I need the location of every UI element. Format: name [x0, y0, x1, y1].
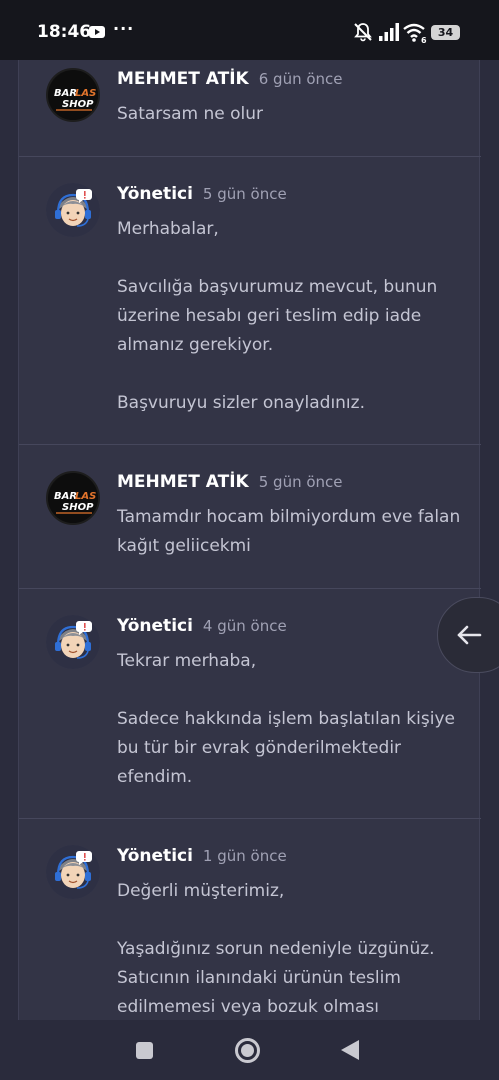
comment-time: 6 gün önce — [258, 70, 343, 88]
comment-body: Merhabalar, Savcılığa başvurumuz mevcut,… — [117, 215, 462, 418]
agent-graphic — [46, 845, 100, 899]
status-bar: 18:46 ··· 6 34 — [0, 0, 499, 60]
status-time: 18:46 — [37, 22, 92, 42]
author-name[interactable]: Yönetici — [117, 184, 193, 204]
back-triangle-icon[interactable] — [341, 1040, 359, 1060]
comment-author: MEHMET ATİK 6 gün önce — [117, 69, 343, 89]
comment-body: Tamamdır hocam bilmiyordum eve falan kağ… — [117, 503, 462, 561]
comment-time: 1 gün önce — [202, 847, 287, 865]
comment-paragraph: Başvuruyu sizler onayladınız. — [117, 393, 365, 413]
comment-time: 5 gün önce — [258, 473, 343, 491]
agent-graphic — [46, 183, 100, 237]
comment-paragraph: Satarsam ne olur — [117, 104, 264, 124]
comment-paragraph: Tamamdır hocam bilmiyordum eve falan kağ… — [117, 507, 461, 556]
comment-paragraph: Tekrar merhaba, — [117, 651, 257, 671]
comment-paragraph: Savcılığa başvurumuz mevcut, bunun üzeri… — [117, 277, 438, 355]
barlas-shop-logo-avatar[interactable]: BAR LAS SHOP — [46, 68, 100, 122]
signal-icon — [379, 23, 399, 41]
support-agent-avatar[interactable] — [46, 845, 100, 899]
home-circle-icon[interactable] — [235, 1038, 260, 1063]
comments-panel: BAR LAS SHOP MEHMET ATİK 6 gün önce Satar… — [18, 60, 481, 1020]
comment-item: BAR LAS SHOP MEHMET ATİK 6 gün önce Satar… — [19, 60, 481, 157]
comment-paragraph: Sadece hakkında işlem başlatılan kişiye … — [117, 709, 455, 787]
comment-paragraph: Merhabalar, — [117, 219, 219, 239]
comment-author: Yönetici 4 gün önce — [117, 616, 287, 636]
logo-text-bar: BAR — [54, 491, 77, 502]
more-dots-icon: ··· — [113, 19, 135, 38]
agent-graphic — [46, 615, 100, 669]
comment-paragraph: Yaşadığınız sorun nedeniyle üzgünüz. Sat… — [117, 939, 435, 1017]
logo-text-bar: BAR — [54, 88, 77, 99]
battery-indicator: 34 — [431, 25, 460, 40]
comment-item: Yönetici 4 gün önce Tekrar merhaba, Sadec… — [19, 589, 481, 819]
comment-item: Yönetici 5 gün önce Merhabalar, Savcılığa… — [19, 157, 481, 445]
author-name[interactable]: Yönetici — [117, 846, 193, 866]
comment-thread[interactable]: BAR LAS SHOP MEHMET ATİK 6 gün önce Satar… — [0, 60, 499, 1020]
logo-text-shop: SHOP — [62, 502, 94, 513]
logo-text-shop: SHOP — [62, 99, 94, 110]
logo-text-las: LAS — [75, 88, 96, 99]
comment-body: Tekrar merhaba, Sadece hakkında işlem ba… — [117, 647, 462, 792]
comment-body: Satarsam ne olur — [117, 100, 462, 129]
author-name[interactable]: MEHMET ATİK — [117, 69, 249, 89]
comment-author: MEHMET ATİK 5 gün önce — [117, 472, 343, 492]
comment-time: 5 gün önce — [202, 185, 287, 203]
comment-body: Değerli müşterimiz, Yaşadığınız sorun ne… — [117, 877, 462, 1020]
mute-icon — [354, 23, 372, 42]
comment-paragraph: Değerli müşterimiz, — [117, 881, 285, 901]
author-name[interactable]: MEHMET ATİK — [117, 472, 249, 492]
logo-graphic: BAR LAS SHOP — [48, 473, 98, 523]
wifi-label: 6 — [421, 36, 427, 44]
logo-text-las: LAS — [75, 491, 96, 502]
arrow-left-icon — [457, 625, 482, 645]
logo-graphic: BAR LAS SHOP — [48, 70, 98, 120]
comment-item: BAR LAS SHOP MEHMET ATİK 5 gün önce Tamam… — [19, 445, 481, 589]
youtube-icon — [89, 26, 105, 38]
comment-author: Yönetici 1 gün önce — [117, 846, 287, 866]
support-agent-avatar[interactable] — [46, 615, 100, 669]
barlas-shop-logo-avatar[interactable]: BAR LAS SHOP — [46, 471, 100, 525]
support-agent-avatar[interactable] — [46, 183, 100, 237]
comment-time: 4 gün önce — [202, 617, 287, 635]
comment-item: Yönetici 1 gün önce Değerli müşterimiz, Y… — [19, 819, 481, 1020]
author-name[interactable]: Yönetici — [117, 616, 193, 636]
comment-author: Yönetici 5 gün önce — [117, 184, 287, 204]
recents-square-icon[interactable] — [136, 1042, 153, 1059]
wifi-icon: 6 — [403, 23, 427, 44]
